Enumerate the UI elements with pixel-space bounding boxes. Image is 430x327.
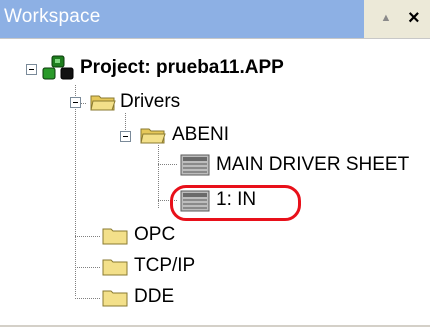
- project-node-label[interactable]: Project: prueba11.APP: [80, 57, 284, 79]
- tree-line: [75, 236, 101, 237]
- tree-line: [75, 85, 76, 297]
- panel-titlebar: Workspace ▲ ×: [0, 0, 430, 38]
- tree-line: [75, 298, 101, 299]
- titlebar-caption-area: Workspace: [0, 0, 364, 38]
- abeni-node-label[interactable]: ABENI: [172, 124, 229, 146]
- tree-line: [158, 164, 178, 165]
- collapse-project-toggle[interactable]: [26, 64, 37, 75]
- tcpip-node-label[interactable]: TCP/IP: [134, 255, 195, 277]
- folder-open-icon: [90, 95, 116, 111]
- panel-title: Workspace: [4, 6, 101, 27]
- folder-open-icon: [140, 128, 166, 144]
- folder-icon: [102, 290, 128, 307]
- dde-node-label[interactable]: DDE: [134, 286, 174, 308]
- opc-node-label[interactable]: OPC: [134, 224, 175, 246]
- driver-sheet-icon: [180, 154, 210, 176]
- collapse-abeni-toggle[interactable]: [120, 131, 131, 142]
- workspace-panel: Workspace ▲ × Project: prueba11.APP Driv…: [0, 0, 430, 327]
- project-tree: Project: prueba11.APP Drivers ABENI MAIN…: [0, 39, 430, 327]
- drivers-node-label[interactable]: Drivers: [120, 91, 180, 113]
- close-icon[interactable]: ×: [408, 6, 430, 30]
- main-driver-sheet-label[interactable]: MAIN DRIVER SHEET: [216, 154, 409, 176]
- tree-line: [75, 267, 101, 268]
- pin-icon[interactable]: ▲: [376, 8, 396, 28]
- highlight-annotation: [170, 185, 301, 221]
- folder-icon: [102, 259, 128, 276]
- project-icon: [42, 55, 74, 80]
- workspace-tree-area: Project: prueba11.APP Drivers ABENI MAIN…: [0, 38, 430, 327]
- collapse-drivers-toggle[interactable]: [70, 97, 81, 108]
- folder-icon: [102, 228, 128, 245]
